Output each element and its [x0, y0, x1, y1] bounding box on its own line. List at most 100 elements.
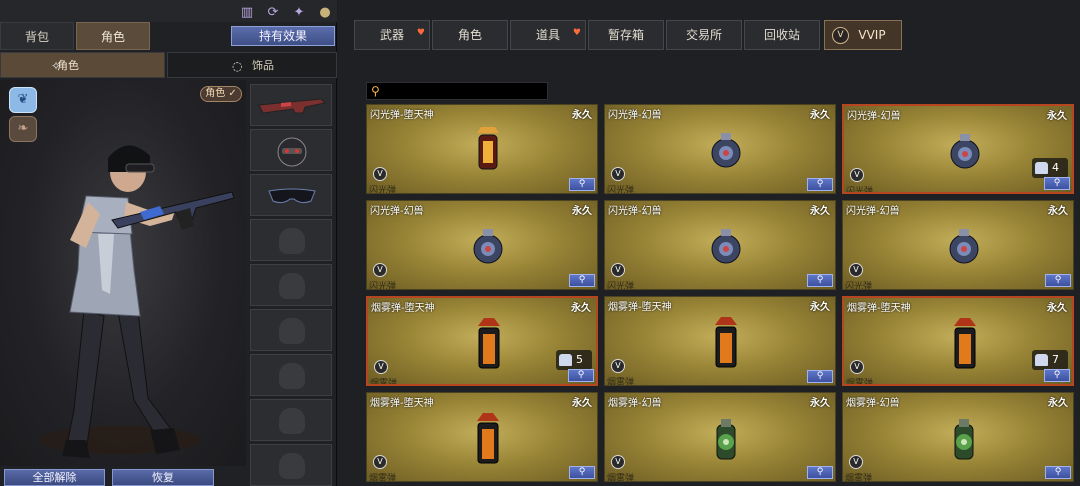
tab-storage[interactable]: 暂存箱 — [588, 20, 664, 50]
item-card[interactable]: 烟雾弹-堕天神 永久 V 烟雾弹 ⚲ — [604, 296, 836, 386]
slot-empty-3[interactable] — [250, 309, 332, 351]
flash-beast-icon — [711, 133, 741, 168]
vip-badge-icon: V — [373, 263, 387, 277]
magnifier-icon[interactable]: ⚲ — [569, 466, 595, 479]
box-icon — [559, 354, 572, 366]
item-name: 烟雾弹-幻兽 — [608, 398, 662, 409]
search-input[interactable]: ⚲ — [366, 82, 548, 100]
tab-vvip[interactable]: V VVIP — [824, 20, 902, 50]
empty-slot-icon — [279, 318, 305, 344]
subtab-accessory-label: 饰品 — [252, 59, 274, 72]
magnifier-icon[interactable]: ⚲ — [1044, 369, 1070, 382]
empty-slot-icon — [279, 408, 305, 434]
item-card[interactable]: 闪光弹-幻兽 永久 V 闪光弹 ⚲ — [604, 200, 836, 290]
item-category: 闪光弹 — [607, 186, 635, 194]
flash-beast-icon — [711, 229, 741, 264]
tab-exchange-label: 交易所 — [685, 28, 722, 42]
box-icon — [1035, 162, 1048, 174]
item-card[interactable]: 烟雾弹-堕天神 永久 V 烟雾弹 5 ⚲ — [366, 296, 598, 386]
magnifier-icon[interactable]: ⚲ — [569, 274, 595, 287]
item-name: 闪光弹-幻兽 — [608, 110, 662, 121]
item-duration: 永久 — [810, 398, 830, 409]
subtab-accessory[interactable]: ◌ 饰品 — [167, 52, 337, 78]
slot-empty-4[interactable] — [250, 354, 332, 396]
magnifier-icon[interactable]: ⚲ — [569, 178, 595, 191]
item-card[interactable]: 闪光弹-幻兽 永久 V 闪光弹 ⚲ — [604, 104, 836, 194]
vvip-icon: V — [832, 27, 849, 44]
empty-slot-icon — [279, 228, 305, 254]
magnifier-icon[interactable]: ⚲ — [807, 466, 833, 479]
gift-icon[interactable]: ▥ — [238, 4, 256, 22]
top-strip — [0, 0, 337, 22]
smoke-beast-icon — [716, 419, 736, 460]
empty-slot-icon — [279, 363, 305, 389]
item-category: 闪光弹 — [607, 282, 635, 290]
gift-badge-icon: ♥ — [416, 28, 425, 38]
share-icon[interactable]: ✦ — [290, 4, 308, 22]
character-panel: ▥ ⟳ ✦ ● 背包 角色 持有效果 ✧ 角色 ◌ 饰品 ❦ ❧ 角色 ✓ 全部… — [0, 0, 337, 486]
item-card[interactable]: 烟雾弹-幻兽 永久 V 烟雾弹 ⚲ — [604, 392, 836, 482]
slot-empty-6[interactable] — [250, 444, 332, 486]
item-duration: 永久 — [1047, 303, 1067, 314]
inventory-window: ▥ ⟳ ✦ ● 背包 角色 持有效果 ✧ 角色 ◌ 饰品 ❦ ❧ 角色 ✓ 全部… — [0, 0, 1080, 486]
tab-items[interactable]: 道具 ♥ — [510, 20, 586, 50]
tab-recycle[interactable]: 回收站 — [744, 20, 820, 50]
item-duration: 永久 — [810, 110, 830, 121]
item-card[interactable]: 闪光弹-幻兽 永久 V 闪光弹 4 ⚲ — [842, 104, 1074, 194]
smoke-demon-icon — [478, 318, 500, 369]
slot-empty-2[interactable] — [250, 264, 332, 306]
item-grid: 闪光弹-堕天神 永久 V 闪光弹 ⚲ 闪光弹-幻兽 永久 V 闪光弹 ⚲ 闪光弹-幻兽 永久 V 闪光弹 4… — [366, 104, 1080, 486]
character-figure — [40, 145, 235, 458]
item-card[interactable]: 闪光弹-幻兽 永久 V 闪光弹 ⚲ — [842, 200, 1074, 290]
magnifier-icon[interactable]: ⚲ — [807, 370, 833, 383]
item-name: 闪光弹-堕天神 — [370, 110, 434, 121]
slot-empty-5[interactable] — [250, 399, 332, 441]
magnifier-icon[interactable]: ⚲ — [807, 178, 833, 191]
slot-rifle[interactable] — [250, 84, 332, 126]
item-card[interactable]: 闪光弹-幻兽 永久 V 闪光弹 ⚲ — [366, 200, 598, 290]
slot-empty-1[interactable] — [250, 219, 332, 261]
item-card[interactable]: 烟雾弹-堕天神 永久 V 烟雾弹 ⚲ — [366, 392, 598, 482]
tab-character[interactable]: 角色 — [76, 22, 150, 50]
item-quantity: 5 — [556, 350, 592, 370]
owned-effects-button[interactable]: 持有效果 — [231, 26, 335, 46]
item-quantity-value: 5 — [576, 353, 583, 366]
item-name: 闪光弹-幻兽 — [608, 206, 662, 217]
item-duration: 永久 — [810, 302, 830, 313]
smoke-demon-icon — [477, 413, 499, 464]
item-quantity: 7 — [1032, 350, 1068, 370]
magnifier-icon[interactable]: ⚲ — [807, 274, 833, 287]
tab-characters[interactable]: 角色 — [432, 20, 508, 50]
item-card[interactable]: 烟雾弹-堕天神 永久 V 烟雾弹 7 ⚲ — [842, 296, 1074, 386]
item-name: 烟雾弹-堕天神 — [847, 303, 911, 314]
smoke-demon-icon — [715, 317, 737, 368]
refresh-icon[interactable]: ⟳ — [264, 4, 282, 22]
flash-beast-icon — [473, 229, 503, 264]
item-name: 闪光弹-幻兽 — [846, 206, 900, 217]
slot-helmet[interactable] — [250, 129, 332, 171]
subtab-character[interactable]: ✧ 角色 — [0, 52, 165, 78]
tab-exchange[interactable]: 交易所 — [666, 20, 742, 50]
flash-beast-icon — [949, 229, 979, 264]
pouch-icon[interactable]: ● — [316, 4, 334, 22]
slot-glasses[interactable] — [250, 174, 332, 216]
item-name: 烟雾弹-堕天神 — [371, 303, 435, 314]
tab-bag[interactable]: 背包 — [0, 22, 74, 50]
magnifier-icon[interactable]: ⚲ — [568, 369, 594, 382]
item-name: 闪光弹-幻兽 — [847, 111, 901, 122]
item-card[interactable]: 烟雾弹-幻兽 永久 V 烟雾弹 ⚲ — [842, 392, 1074, 482]
vip-badge-icon: V — [611, 167, 625, 181]
magnifier-icon[interactable]: ⚲ — [1044, 177, 1070, 190]
unequip-all-button[interactable]: 全部解除 — [4, 469, 105, 486]
character-icon: ✧ — [51, 59, 62, 73]
inventory-panel: 武器 ♥ 角色 道具 ♥ 暂存箱 交易所 回收站 V VVIP ⚲ 闪光弹-堕天神 永久… — [338, 0, 1080, 486]
magnifier-icon[interactable]: ⚲ — [1045, 466, 1071, 479]
character-preview[interactable]: ❦ ❧ 角色 ✓ — [0, 80, 246, 466]
item-category: 烟雾弹 — [607, 378, 635, 386]
item-quantity-value: 4 — [1052, 161, 1059, 174]
item-card[interactable]: 闪光弹-堕天神 永久 V 闪光弹 ⚲ — [366, 104, 598, 194]
item-duration: 永久 — [1048, 398, 1068, 409]
tab-weapons[interactable]: 武器 ♥ — [354, 20, 430, 50]
magnifier-icon[interactable]: ⚲ — [1045, 274, 1071, 287]
restore-button[interactable]: 恢复 — [112, 469, 214, 486]
